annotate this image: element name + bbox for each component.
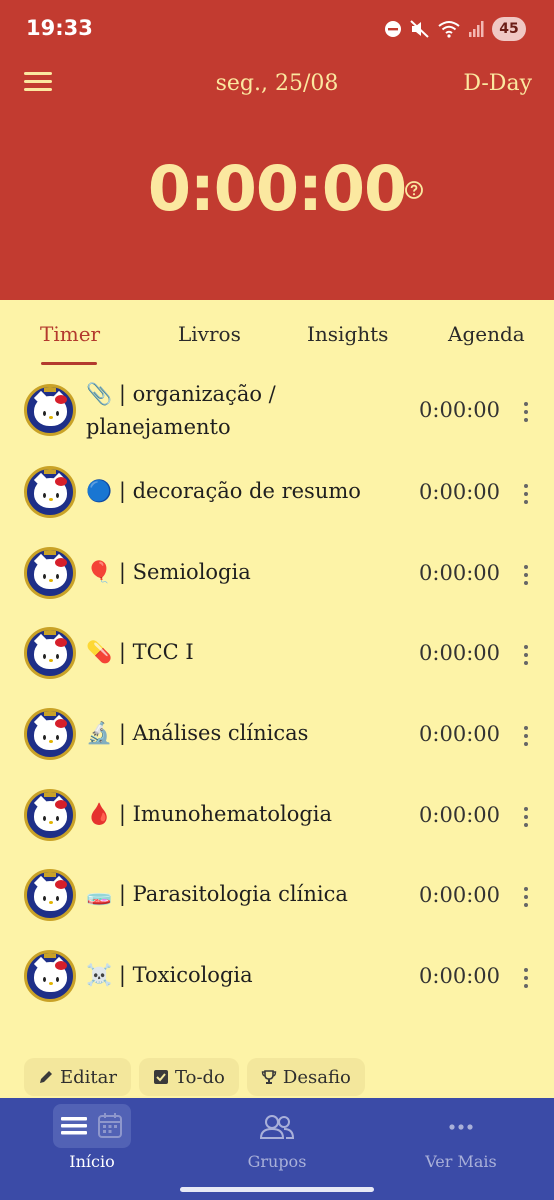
subject-emoji: 🔵	[86, 479, 113, 503]
list-item[interactable]: 🧫 | Parasitologia clínica 0:00:00	[0, 855, 554, 935]
more-horizontal-icon	[449, 1124, 473, 1130]
subject-separator: |	[118, 882, 126, 906]
nav-home[interactable]: Início	[0, 1098, 184, 1188]
tab-insights[interactable]: Insights	[307, 322, 388, 346]
list-item[interactable]: 🔵 | decoração de resumo 0:00:00	[0, 452, 554, 532]
more-options-icon[interactable]	[520, 887, 532, 907]
subject-name: TCC I	[132, 640, 194, 664]
tab-agenda[interactable]: Agenda	[448, 322, 525, 346]
calendar-icon	[98, 1113, 122, 1138]
bottom-navigation: Início Grupos Ver Mais	[0, 1098, 554, 1200]
help-icon[interactable]	[404, 180, 424, 200]
edit-label: Editar	[60, 1066, 117, 1088]
nav-more-label: Ver Mais	[425, 1152, 497, 1171]
subject-timer: 0:00:00	[419, 561, 500, 585]
status-time: 19:33	[26, 16, 93, 40]
subject-emoji: 💊	[86, 640, 113, 664]
todo-button[interactable]: To-do	[139, 1058, 239, 1096]
avatar	[24, 627, 76, 679]
list-item[interactable]: ☠️ | Toxicologia 0:00:00	[0, 936, 554, 1016]
subject-timer: 0:00:00	[419, 398, 500, 422]
subject-separator: |	[118, 640, 126, 664]
subject-timer: 0:00:00	[419, 803, 500, 827]
battery-badge: 45	[492, 17, 526, 41]
subject-emoji: 🩸	[86, 802, 113, 826]
challenge-label: Desafio	[282, 1066, 351, 1088]
nav-more[interactable]: Ver Mais	[369, 1098, 553, 1188]
avatar	[24, 547, 76, 599]
active-tab-indicator	[41, 362, 97, 365]
subject-timer: 0:00:00	[419, 964, 500, 988]
list-item[interactable]: 🎈 | Semiologia 0:00:00	[0, 533, 554, 613]
more-options-icon[interactable]	[520, 402, 532, 422]
wifi-icon	[438, 21, 460, 38]
tab-bar: Timer Livros Insights Agenda	[0, 300, 554, 370]
more-options-icon[interactable]	[520, 968, 532, 988]
avatar	[24, 869, 76, 921]
nav-groups-label: Grupos	[247, 1152, 307, 1171]
subject-emoji: 🧫	[86, 882, 113, 906]
avatar	[24, 466, 76, 518]
app-header: 19:33 45 seg., 25/08 D-Day 0:00:00	[0, 0, 554, 300]
subject-separator: |	[118, 963, 126, 987]
subject-name: Análises clínicas	[132, 721, 309, 745]
subject-timer: 0:00:00	[419, 641, 500, 665]
subject-separator: |	[118, 479, 126, 503]
more-options-icon[interactable]	[520, 484, 532, 504]
list-item[interactable]: 💊 | TCC I 0:00:00	[0, 613, 554, 693]
subject-name: decoração de resumo	[132, 479, 361, 503]
list-icon	[61, 1117, 87, 1135]
list-item[interactable]: 🩸 | Imunohematologia 0:00:00	[0, 775, 554, 855]
todo-label: To-do	[175, 1066, 225, 1088]
subject-emoji: ☠️	[86, 963, 113, 987]
checkbox-icon	[154, 1070, 168, 1084]
more-options-icon[interactable]	[520, 807, 532, 827]
subject-timer: 0:00:00	[419, 480, 500, 504]
home-indicator[interactable]	[180, 1187, 374, 1192]
subject-emoji: 🔬	[86, 721, 113, 745]
nav-home-label: Início	[69, 1152, 115, 1171]
list-item[interactable]: 🔬 | Análises clínicas 0:00:00	[0, 694, 554, 774]
mute-icon	[410, 20, 429, 38]
more-options-icon[interactable]	[520, 726, 532, 746]
dday-button[interactable]: D-Day	[463, 71, 532, 96]
pencil-icon	[40, 1071, 52, 1083]
subject-separator: |	[118, 382, 126, 406]
avatar	[24, 384, 76, 436]
nav-groups[interactable]: Grupos	[185, 1098, 369, 1188]
action-chips: Editar To-do Desafio	[24, 1058, 365, 1096]
subject-separator: |	[118, 560, 126, 584]
edit-button[interactable]: Editar	[24, 1058, 131, 1096]
trophy-icon	[261, 1070, 277, 1084]
subject-emoji: 🎈	[86, 560, 113, 584]
subject-separator: |	[118, 802, 126, 826]
subject-name: Imunohematologia	[132, 802, 333, 826]
avatar	[24, 708, 76, 760]
total-timer: 0:00:00	[147, 152, 407, 225]
subject-name: Toxicologia	[132, 963, 253, 987]
subject-timer: 0:00:00	[419, 722, 500, 746]
subject-name: Semiologia	[132, 560, 251, 584]
date-selector[interactable]: seg., 25/08	[216, 71, 339, 96]
more-options-icon[interactable]	[520, 565, 532, 585]
avatar	[24, 950, 76, 1002]
avatar	[24, 789, 76, 841]
do-not-disturb-icon	[385, 21, 401, 37]
signal-icon	[469, 21, 484, 37]
status-icons: 45	[384, 17, 526, 41]
subject-timer: 0:00:00	[419, 883, 500, 907]
subject-separator: |	[118, 721, 126, 745]
status-bar: 19:33 45	[0, 0, 554, 60]
subject-name: organização / planejamento	[86, 382, 276, 439]
tab-timer[interactable]: Timer	[40, 322, 100, 346]
list-item[interactable]: 📎 | organização / planejamento 0:00:00	[0, 370, 554, 450]
tab-livros[interactable]: Livros	[178, 322, 241, 346]
subject-name: Parasitologia clínica	[132, 882, 348, 906]
menu-icon[interactable]	[24, 72, 52, 96]
challenge-button[interactable]: Desafio	[246, 1058, 365, 1096]
more-options-icon[interactable]	[520, 645, 532, 665]
subject-emoji: 📎	[86, 382, 113, 406]
people-icon	[259, 1115, 295, 1139]
